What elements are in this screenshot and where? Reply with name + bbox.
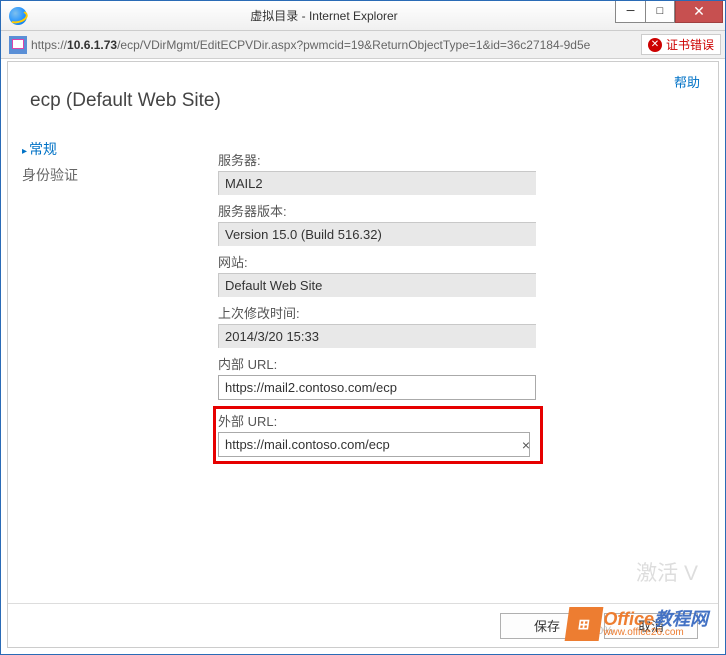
field-label: 服务器:: [218, 150, 538, 169]
sidebar-item-authentication[interactable]: 身份验证: [22, 162, 192, 188]
field-server: 服务器: MAIL2: [218, 150, 538, 195]
field-label: 外部 URL:: [218, 411, 538, 430]
address-bar: https://10.6.1.73/ecp/VDirMgmt/EditECPVD…: [1, 31, 725, 59]
field-label: 服务器版本:: [218, 201, 538, 220]
field-internal-url: 内部 URL:: [218, 354, 538, 400]
page-title: ecp (Default Web Site): [30, 90, 221, 112]
error-icon: ✕: [648, 38, 662, 52]
external-url-input[interactable]: [218, 432, 530, 457]
activation-ghost-text: 激活 V: [636, 557, 698, 587]
ie-logo-icon: [9, 7, 27, 25]
watermark: ⊞ Office教程网 www.office26.com: [567, 607, 708, 641]
clear-input-icon[interactable]: ×: [522, 437, 530, 453]
field-label: 内部 URL:: [218, 354, 538, 373]
content-frame: 帮助 ecp (Default Web Site) ▸常规 身份验证 服务器: …: [7, 61, 719, 648]
field-modified: 上次修改时间: 2014/3/20 15:33: [218, 303, 538, 348]
field-server-version: 服务器版本: Version 15.0 (Build 516.32): [218, 201, 538, 246]
window-titlebar: 虚拟目录 - Internet Explorer ─ □ ✕: [1, 1, 725, 31]
close-button[interactable]: ✕: [675, 1, 723, 23]
url-field[interactable]: https://10.6.1.73/ecp/VDirMgmt/EditECPVD…: [31, 38, 637, 52]
field-website: 网站: Default Web Site: [218, 252, 538, 297]
sidebar-item-label: 身份验证: [22, 167, 78, 183]
external-url-highlight: 外部 URL: ×: [213, 406, 543, 464]
page-favicon-icon: [9, 36, 27, 54]
watermark-logo-icon: ⊞: [565, 607, 604, 641]
help-link[interactable]: 帮助: [674, 72, 700, 91]
field-value: Version 15.0 (Build 516.32): [218, 222, 536, 246]
minimize-button[interactable]: ─: [615, 1, 645, 23]
field-value: 2014/3/20 15:33: [218, 324, 536, 348]
window-controls: ─ □ ✕: [615, 1, 725, 23]
internal-url-input[interactable]: [218, 375, 536, 400]
field-external-url: 外部 URL: ×: [218, 411, 538, 457]
watermark-brand: Office教程网: [603, 610, 708, 628]
certificate-error-badge[interactable]: ✕ 证书错误: [641, 34, 721, 55]
window-title: 虚拟目录 - Internet Explorer: [33, 7, 615, 24]
active-arrow-icon: ▸: [22, 146, 27, 157]
field-label: 网站:: [218, 252, 538, 271]
field-value: MAIL2: [218, 171, 536, 195]
certificate-error-text: 证书错误: [666, 36, 714, 53]
sidebar-item-label: 常规: [29, 141, 57, 157]
maximize-button[interactable]: □: [645, 1, 675, 23]
sidebar-item-general[interactable]: ▸常规: [22, 136, 192, 162]
field-label: 上次修改时间:: [218, 303, 538, 322]
main-form: 服务器: MAIL2 服务器版本: Version 15.0 (Build 51…: [218, 150, 538, 464]
field-value: Default Web Site: [218, 273, 536, 297]
watermark-url: www.office26.com: [603, 628, 708, 638]
sidebar-nav: ▸常规 身份验证: [22, 136, 192, 188]
